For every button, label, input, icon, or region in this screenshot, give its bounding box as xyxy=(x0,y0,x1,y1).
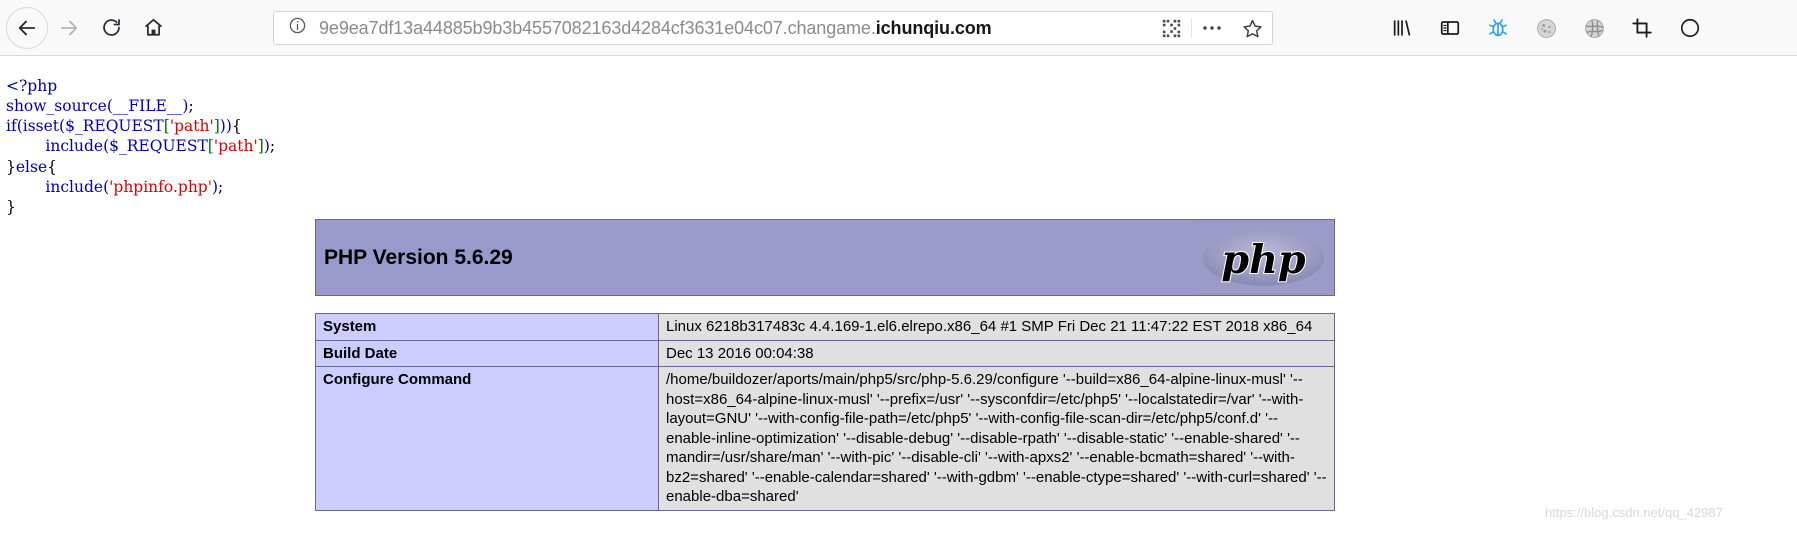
watermark-text: https://blog.csdn.net/qq_42987 xyxy=(1545,505,1723,520)
code-token: $_REQUEST xyxy=(65,117,164,136)
code-token: 'phpinfo.php' xyxy=(109,177,212,196)
code-token: __FILE__ xyxy=(112,96,183,115)
phpinfo-output: PHP Version 5.6.29 php System Linux 6218b… xyxy=(315,219,1335,511)
code-token: } xyxy=(6,157,16,176)
urlbar-actions xyxy=(1151,12,1272,44)
table-cell-value: Linux 6218b317483c 4.4.169-1.el6.elrepo.… xyxy=(658,313,1335,341)
table-cell-value: Dec 13 2016 00:04:38 xyxy=(658,339,1335,367)
cookie-icon[interactable] xyxy=(1529,11,1563,45)
php-logo: php xyxy=(1197,222,1330,293)
back-button[interactable] xyxy=(6,6,48,49)
code-token: { xyxy=(231,117,242,136)
code-token: ; xyxy=(218,177,224,196)
phpinfo-table: System Linux 6218b317483c 4.4.169-1.el6.e… xyxy=(315,313,1335,511)
sidebar-icon[interactable] xyxy=(1433,11,1467,45)
toolbar-right-icons xyxy=(1385,8,1707,48)
reload-icon xyxy=(102,19,120,36)
code-token: ; xyxy=(188,96,194,115)
php-version-title: PHP Version 5.6.29 xyxy=(324,245,513,269)
table-cell-key: Build Date xyxy=(315,339,659,367)
table-cell-key: System xyxy=(315,313,659,341)
info-circle-icon[interactable] xyxy=(288,16,307,40)
code-token: show_source xyxy=(6,96,107,115)
code-token: ; xyxy=(269,137,276,156)
url-text[interactable]: 9e9ea7df13a44885b9b3b4557082163d4284cf36… xyxy=(319,18,992,39)
screenshot-icon[interactable] xyxy=(1625,11,1659,45)
home-button[interactable] xyxy=(132,7,174,49)
table-row: Configure Command/home/buildozer/aports/… xyxy=(315,366,1335,511)
table-row: Build Date Dec 13 2016 00:04:38 xyxy=(315,339,1335,367)
reload-button[interactable] xyxy=(90,7,132,49)
overflow-icon[interactable] xyxy=(1673,11,1707,45)
home-icon xyxy=(144,18,162,36)
code-token: <?php xyxy=(6,76,58,95)
table-row: System Linux 6218b317483c 4.4.169-1.el6.e… xyxy=(315,313,1335,341)
qr-code-icon[interactable] xyxy=(1151,11,1191,45)
url-bar[interactable]: 9e9ea7df13a44885b9b3b4557082163d4284cf36… xyxy=(273,11,1273,45)
code-token: } xyxy=(6,198,16,217)
code-token: isset xyxy=(22,117,60,136)
code-token: if xyxy=(6,117,17,136)
forward-button[interactable] xyxy=(48,7,90,49)
code-token: 'path' xyxy=(213,137,258,156)
bookmark-star-icon[interactable] xyxy=(1232,11,1272,45)
table-cell-key: Configure Command xyxy=(315,366,659,511)
code-token: { xyxy=(47,157,58,176)
php-source-listing: <?php show_source(__FILE__); if(isset($_… xyxy=(6,76,275,218)
code-token: include xyxy=(45,137,104,156)
code-token: )) xyxy=(219,117,232,136)
svg-text:php: php xyxy=(1221,237,1305,283)
url-prefix: 9e9ea7df13a44885b9b3b4557082163d4284cf36… xyxy=(319,17,876,38)
arrow-left-icon xyxy=(18,20,36,35)
firebug-icon[interactable] xyxy=(1481,11,1515,45)
code-token: include xyxy=(45,177,104,196)
phpinfo-header: PHP Version 5.6.29 php xyxy=(315,219,1335,296)
arrow-right-icon xyxy=(60,20,78,35)
code-token: 'path' xyxy=(169,117,214,136)
page-actions-icon[interactable] xyxy=(1192,11,1232,45)
url-domain: ichunqiu.com xyxy=(875,17,992,38)
proxy-icon[interactable] xyxy=(1577,11,1611,45)
table-cell-value: /home/buildozer/aports/main/php5/src/php… xyxy=(658,366,1335,511)
code-token: else xyxy=(15,157,48,176)
code-token: $_REQUEST xyxy=(109,137,208,156)
library-icon[interactable] xyxy=(1385,11,1419,45)
